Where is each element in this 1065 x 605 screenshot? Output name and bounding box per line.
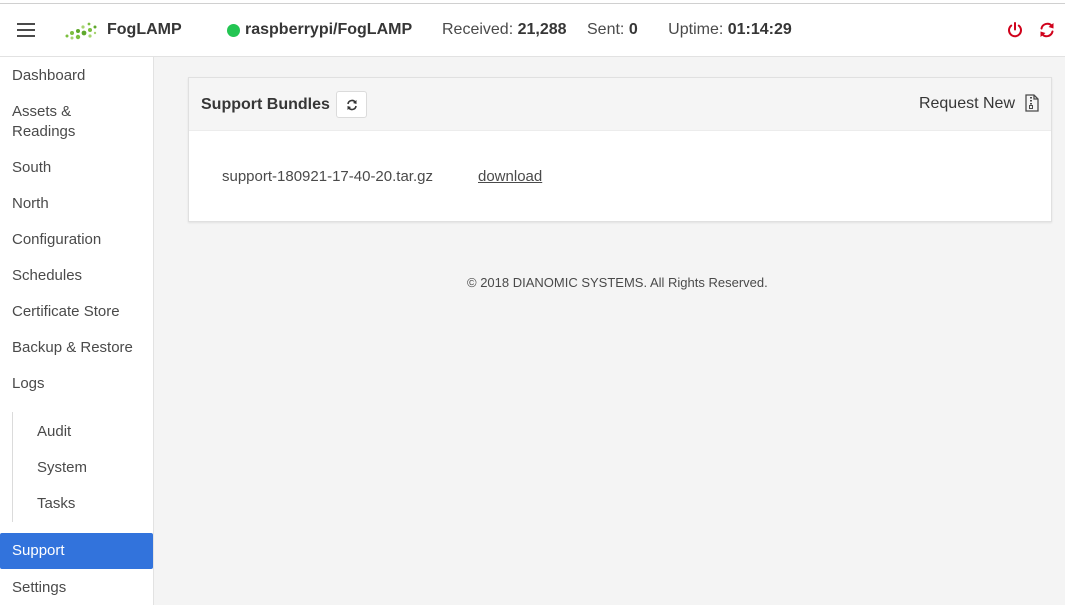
- top-navbar: FogLAMP raspberrypi/FogLAMP Received: 21…: [0, 4, 1065, 57]
- sidebar-item-schedules[interactable]: Schedules: [0, 266, 153, 286]
- sidebar-item-configuration[interactable]: Configuration: [0, 230, 153, 250]
- sent-value: 0: [628, 21, 638, 38]
- sidebar-item-system[interactable]: System: [0, 458, 153, 478]
- refresh-icon: [346, 99, 357, 110]
- sidebar-item-settings[interactable]: Settings: [0, 578, 153, 598]
- sent-label: Sent:: [587, 21, 625, 38]
- download-link[interactable]: download: [478, 168, 542, 185]
- request-new-link[interactable]: Request New: [919, 95, 1015, 113]
- brand-name: FogLAMP: [107, 21, 182, 38]
- sidebar-item-south[interactable]: South: [0, 158, 153, 178]
- sidebar-item-certificate-store[interactable]: Certificate Store: [0, 302, 153, 322]
- foglamp-logo-icon: [65, 22, 97, 40]
- sidebar-item-backup-restore[interactable]: Backup & Restore: [0, 338, 153, 358]
- sidebar-item-dashboard[interactable]: Dashboard: [0, 66, 153, 86]
- received-label: Received:: [442, 21, 514, 38]
- bundle-file-name: support-180921-17-40-20.tar.gz: [222, 168, 433, 185]
- support-bundles-card: Support Bundles Request New support-1809…: [188, 77, 1052, 222]
- restart-icon[interactable]: [1038, 21, 1056, 39]
- connection-status-icon: [227, 24, 240, 37]
- host-name: raspberrypi/FogLAMP: [245, 21, 413, 38]
- file-archive-icon[interactable]: [1025, 94, 1039, 112]
- power-icon[interactable]: [1006, 21, 1024, 39]
- sidebar-item-support[interactable]: Support: [0, 533, 153, 569]
- uptime-label: Uptime:: [668, 21, 724, 38]
- stats-bar: Received: 21,288 Sent: 0 Uptime: 01:14:2…: [442, 21, 792, 39]
- received-value: 21,288: [517, 21, 567, 38]
- footer-copyright: © 2018 DIANOMIC SYSTEMS. All Rights Rese…: [467, 275, 768, 290]
- sidebar-item-north[interactable]: North: [0, 194, 153, 214]
- sidebar-item-audit[interactable]: Audit: [0, 422, 153, 442]
- sidebar: Dashboard Assets & Readings South North …: [0, 57, 154, 605]
- sidebar-item-assets-readings[interactable]: Assets & Readings: [0, 102, 153, 142]
- sidebar-item-logs[interactable]: Logs: [0, 374, 153, 394]
- card-title: Support Bundles: [201, 96, 330, 113]
- card-header: Support Bundles Request New: [189, 78, 1051, 131]
- uptime-value: 01:14:29: [727, 21, 792, 38]
- refresh-button[interactable]: [336, 91, 367, 118]
- menu-icon[interactable]: [17, 23, 35, 37]
- sidebar-item-tasks[interactable]: Tasks: [0, 494, 153, 514]
